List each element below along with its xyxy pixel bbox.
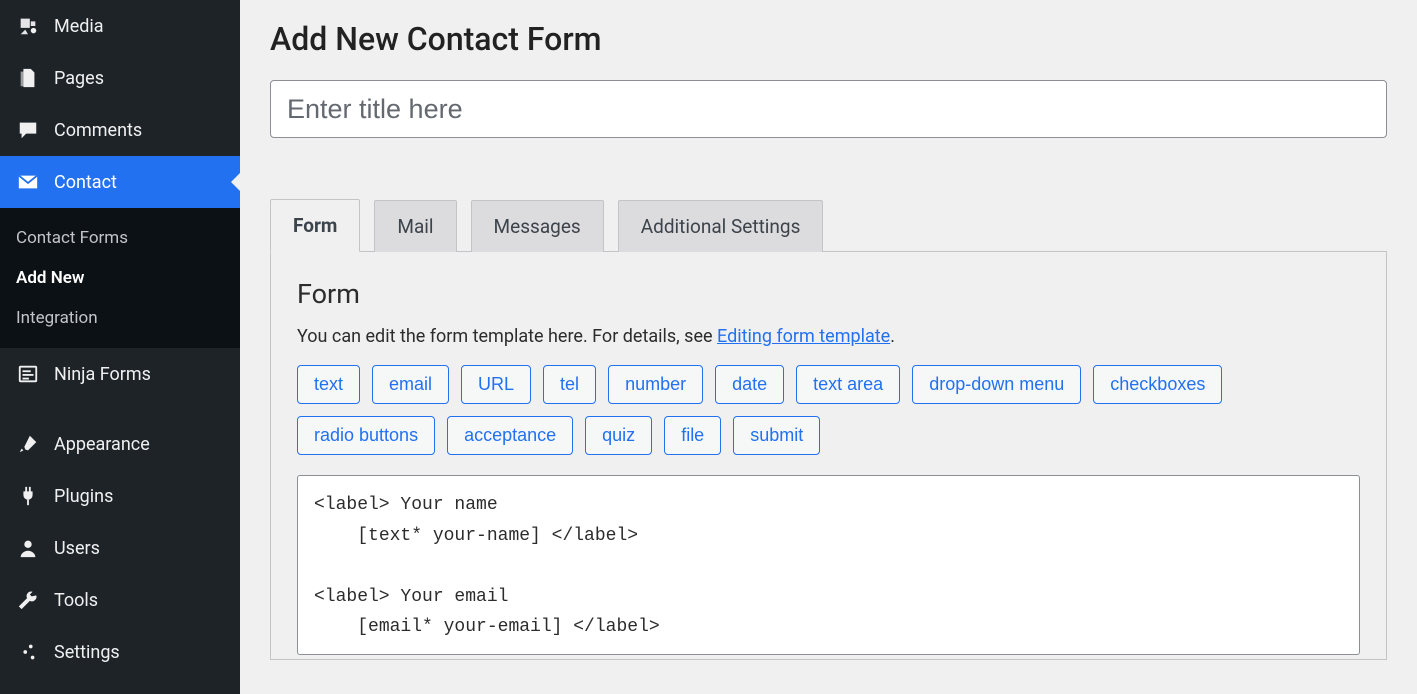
form-title-input[interactable] — [270, 80, 1387, 138]
sidebar-item-settings[interactable]: Settings — [0, 626, 240, 678]
wrench-icon — [16, 588, 40, 612]
sidebar-item-ninja-forms[interactable]: Ninja Forms — [0, 348, 240, 400]
tag-btn-radio-buttons[interactable]: radio buttons — [297, 416, 435, 455]
tag-btn-date[interactable]: date — [715, 365, 784, 404]
editor-tabs: Form Mail Messages Additional Settings — [270, 198, 1387, 251]
sidebar-item-label: Settings — [54, 642, 120, 663]
page-title: Add New Contact Form — [270, 20, 1387, 58]
form-template-textarea[interactable] — [297, 475, 1360, 655]
user-icon — [16, 536, 40, 560]
form-help-text: You can edit the form template here. For… — [297, 326, 1360, 347]
tag-btn-email[interactable]: email — [372, 365, 449, 404]
help-link-editing-template[interactable]: Editing form template — [717, 326, 890, 347]
sidebar-item-tools[interactable]: Tools — [0, 574, 240, 626]
tag-btn-checkboxes[interactable]: checkboxes — [1093, 365, 1222, 404]
sidebar-item-pages[interactable]: Pages — [0, 52, 240, 104]
tag-btn-url[interactable]: URL — [461, 365, 531, 404]
sidebar-item-label: Media — [54, 16, 104, 37]
sidebar-item-users[interactable]: Users — [0, 522, 240, 574]
main-content: Add New Contact Form Form Mail Messages … — [240, 0, 1417, 694]
media-icon — [16, 14, 40, 38]
comments-icon — [16, 118, 40, 142]
editor-tabs-container: Form Mail Messages Additional Settings F… — [270, 198, 1387, 660]
tab-mail[interactable]: Mail — [374, 200, 456, 252]
tag-btn-tel[interactable]: tel — [543, 365, 596, 404]
tag-btn-acceptance[interactable]: acceptance — [447, 416, 573, 455]
tag-btn-submit[interactable]: submit — [733, 416, 820, 455]
sidebar-item-media[interactable]: Media — [0, 0, 240, 52]
sidebar-item-appearance[interactable]: Appearance — [0, 418, 240, 470]
tag-btn-file[interactable]: file — [664, 416, 721, 455]
admin-sidebar: Media Pages Comments Contact Contact For… — [0, 0, 240, 694]
sliders-icon — [16, 640, 40, 664]
submenu-add-new[interactable]: Add New — [0, 258, 240, 298]
form-section-heading: Form — [297, 278, 1360, 310]
submenu-contact-forms[interactable]: Contact Forms — [0, 218, 240, 258]
sidebar-item-label: Appearance — [54, 434, 150, 455]
mail-icon — [16, 170, 40, 194]
help-text-after: . — [890, 326, 895, 347]
sidebar-item-label: Plugins — [54, 486, 113, 507]
tab-additional-settings[interactable]: Additional Settings — [618, 200, 824, 252]
tab-form[interactable]: Form — [270, 199, 360, 252]
tag-generator-buttons: text email URL tel number date text area… — [297, 365, 1360, 455]
sidebar-item-label: Pages — [54, 68, 104, 89]
sidebar-item-contact[interactable]: Contact — [0, 156, 240, 208]
tag-btn-text-area[interactable]: text area — [796, 365, 900, 404]
sidebar-item-label: Contact — [54, 172, 117, 193]
sidebar-item-label: Tools — [54, 590, 98, 611]
submenu-integration[interactable]: Integration — [0, 298, 240, 338]
sidebar-item-comments[interactable]: Comments — [0, 104, 240, 156]
form-panel: Form You can edit the form template here… — [270, 251, 1387, 660]
sidebar-item-label: Comments — [54, 120, 142, 141]
sidebar-item-label: Users — [54, 538, 100, 559]
menu-separator — [0, 400, 240, 418]
plug-icon — [16, 484, 40, 508]
tag-btn-number[interactable]: number — [608, 365, 703, 404]
sidebar-submenu-contact: Contact Forms Add New Integration — [0, 208, 240, 348]
brush-icon — [16, 432, 40, 456]
sidebar-item-label: Ninja Forms — [54, 364, 151, 385]
pages-icon — [16, 66, 40, 90]
form-icon — [16, 362, 40, 386]
sidebar-item-plugins[interactable]: Plugins — [0, 470, 240, 522]
tag-btn-text[interactable]: text — [297, 365, 360, 404]
help-text-before: You can edit the form template here. For… — [297, 326, 717, 347]
tag-btn-quiz[interactable]: quiz — [585, 416, 652, 455]
tag-btn-drop-down-menu[interactable]: drop-down menu — [912, 365, 1081, 404]
tab-messages[interactable]: Messages — [471, 200, 604, 252]
